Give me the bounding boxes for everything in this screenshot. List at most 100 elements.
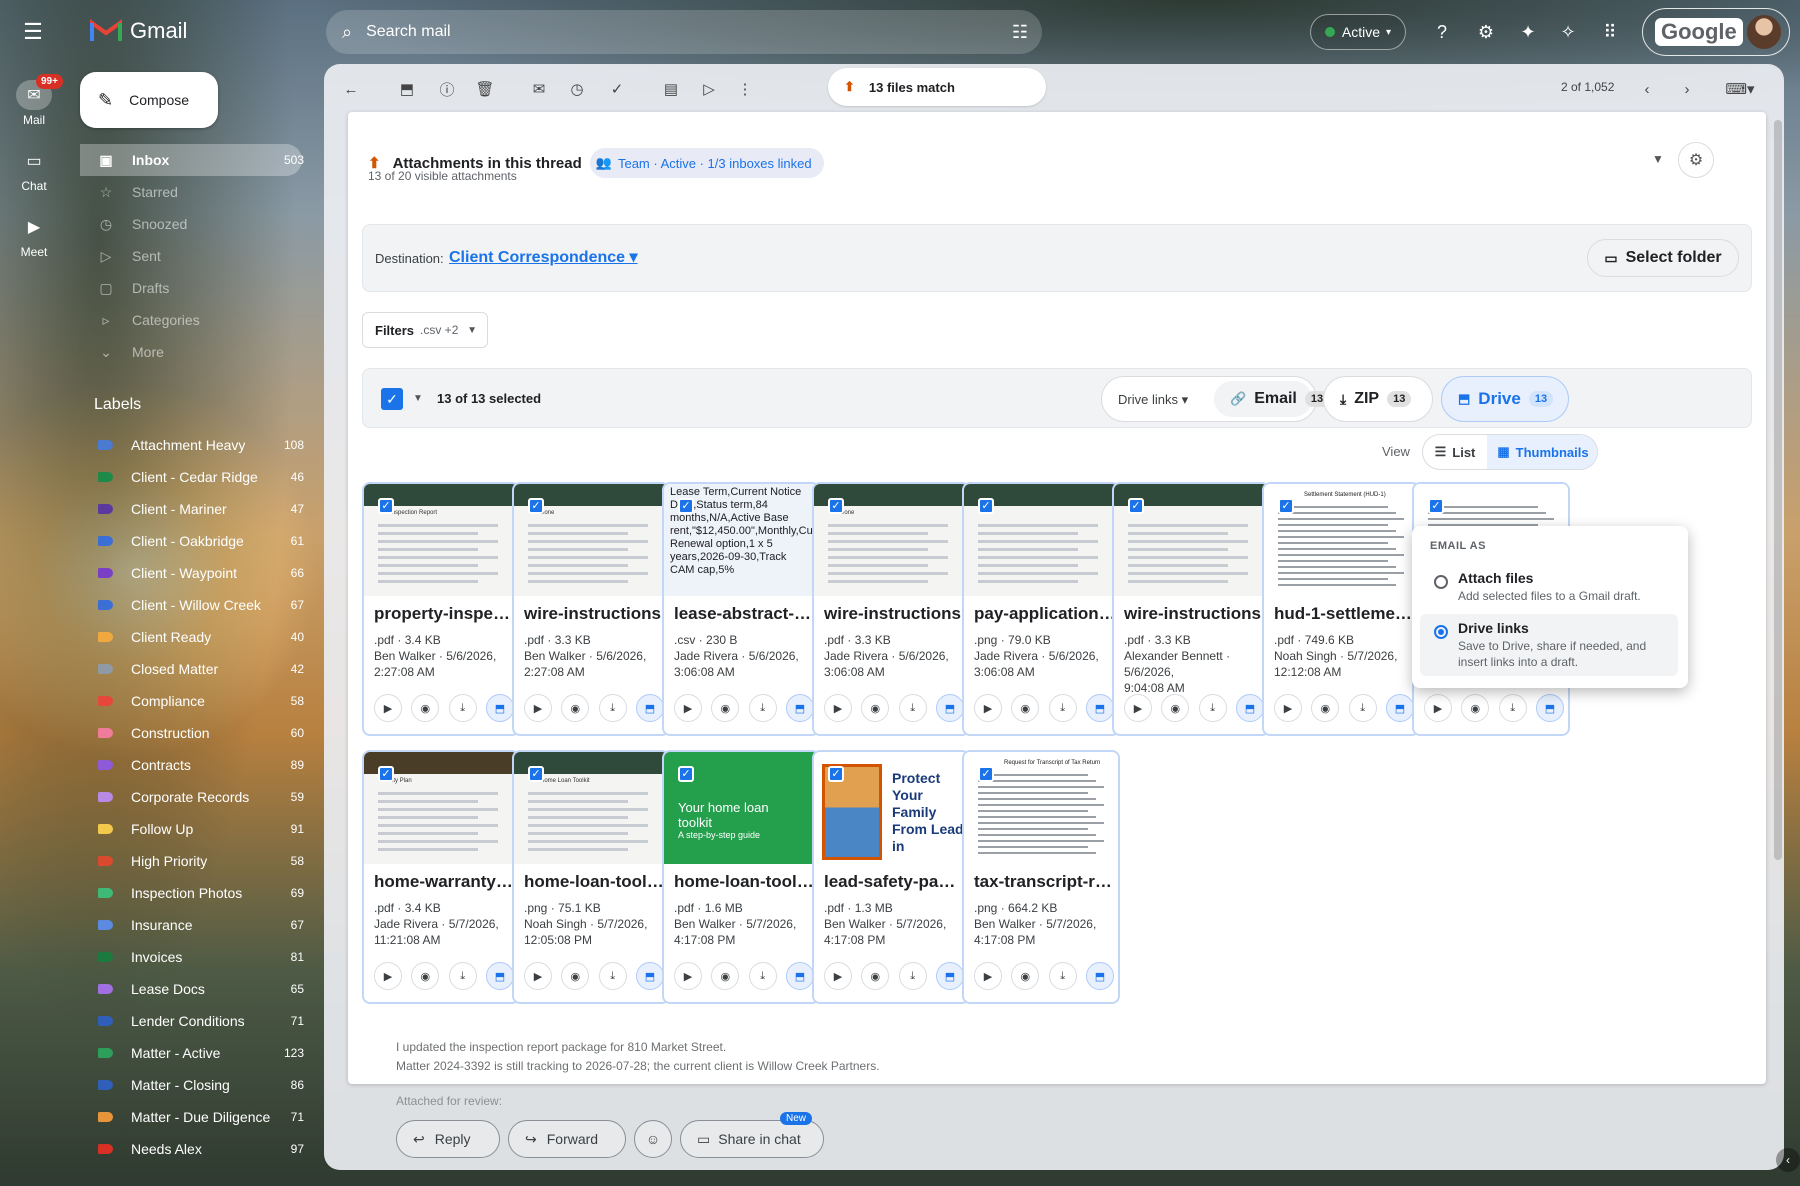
- save-to-drive-icon[interactable]: ⬒: [1085, 694, 1114, 722]
- download-icon[interactable]: ⤓: [598, 962, 627, 990]
- account-chip[interactable]: Google: [1642, 8, 1790, 56]
- nav-sent[interactable]: ▷ Sent: [80, 240, 302, 272]
- nav-categories[interactable]: ▹ Categories: [80, 304, 302, 336]
- share-in-chat-button[interactable]: ▭ Share in chat: [680, 1120, 824, 1158]
- attachment-thumbnail[interactable]: Your home loan toolkit A step-by-step gui…: [662, 750, 820, 1004]
- download-icon[interactable]: ⤓: [1198, 694, 1227, 722]
- thumbnail-checkbox[interactable]: ✓: [678, 498, 694, 514]
- label-item[interactable]: Matter - Due Diligence 71: [80, 1101, 304, 1133]
- more-vert-icon[interactable]: ⋮: [734, 78, 756, 100]
- save-to-drive-icon[interactable]: ⬒: [485, 962, 514, 990]
- select-folder-button[interactable]: ▭ Select folder: [1587, 239, 1739, 277]
- snooze-icon[interactable]: ◷: [566, 78, 588, 100]
- report-spam-icon[interactable]: ⓘ: [436, 78, 458, 100]
- thumbnail-checkbox[interactable]: ✓: [1128, 498, 1144, 514]
- main-menu-icon[interactable]: ☰: [18, 19, 48, 44]
- collapse-caret-icon[interactable]: ▼: [1652, 152, 1664, 166]
- play-icon[interactable]: ▶: [674, 962, 702, 990]
- label-item[interactable]: Compliance 58: [80, 685, 304, 717]
- label-item[interactable]: Closed Matter 42: [80, 653, 304, 685]
- save-to-drive-icon[interactable]: ⬒: [935, 962, 964, 990]
- label-item[interactable]: Follow Up 91: [80, 813, 304, 845]
- rail-meet[interactable]: ▶ Meet: [6, 212, 62, 259]
- thumbnail-checkbox[interactable]: ✓: [528, 498, 544, 514]
- save-to-drive-icon[interactable]: ⬒: [935, 694, 964, 722]
- label-item[interactable]: High Priority 58: [80, 845, 304, 877]
- side-panel-toggle-icon[interactable]: ‹: [1776, 1148, 1800, 1172]
- download-icon[interactable]: ⤓: [598, 694, 627, 722]
- label-item[interactable]: Insurance 67: [80, 909, 304, 941]
- download-icon[interactable]: ⤓: [898, 962, 927, 990]
- play-icon[interactable]: ▶: [524, 962, 552, 990]
- forward-button[interactable]: ↪ Forward: [508, 1120, 626, 1158]
- attachment-thumbnail[interactable]: Home Loan Toolkit✓ home-loan-toolkit-chec…: [512, 750, 670, 1004]
- play-icon[interactable]: ▶: [974, 694, 1002, 722]
- attachment-thumbnail[interactable]: Done ✓ wire-instructions .pdf · 3.3 KB Ben W…: [512, 482, 670, 736]
- thumbnail-checkbox[interactable]: ✓: [378, 766, 394, 782]
- select-options-caret-icon[interactable]: ▼: [409, 387, 427, 411]
- team-chip[interactable]: 👥 Team · Active · 1/3 inboxes linked: [589, 148, 824, 178]
- label-item[interactable]: Attachment Heavy 108: [80, 429, 304, 461]
- download-icon[interactable]: ⤓: [1048, 962, 1077, 990]
- label-item[interactable]: Needs Alex 97: [80, 1133, 304, 1165]
- thumbnail-checkbox[interactable]: ✓: [528, 766, 544, 782]
- label-item[interactable]: Lender Conditions 71: [80, 1005, 304, 1037]
- drive-button[interactable]: ⬒ Drive 13: [1441, 376, 1569, 422]
- select-all-checkbox[interactable]: ✓: [381, 388, 403, 410]
- attachment-thumbnail[interactable]: Done ✓ wire-instructions .pdf · 3.3 KB Jade …: [812, 482, 970, 736]
- status-chip[interactable]: Active ▾: [1310, 14, 1406, 50]
- preview-eye-icon[interactable]: ◉: [711, 694, 740, 722]
- preview-eye-icon[interactable]: ◉: [411, 962, 440, 990]
- nav-drafts[interactable]: ▢ Drafts: [80, 272, 302, 304]
- preview-eye-icon[interactable]: ◉: [711, 962, 740, 990]
- label-item[interactable]: Client - Waypoint 66: [80, 557, 304, 589]
- zip-button[interactable]: ⤓ ZIP 13: [1323, 376, 1433, 422]
- mark-unread-icon[interactable]: ✉: [528, 78, 550, 100]
- option-attach-files[interactable]: Attach files Add selected files to a Gma…: [1420, 564, 1678, 610]
- label-item[interactable]: Client Ready 40: [80, 621, 304, 653]
- save-to-drive-icon[interactable]: ⬒: [1085, 962, 1114, 990]
- delete-icon[interactable]: 🗑: [474, 78, 496, 100]
- label-item[interactable]: Contracts 89: [80, 749, 304, 781]
- thumbnail-checkbox[interactable]: ✓: [978, 766, 994, 782]
- download-icon[interactable]: ⤓: [448, 962, 477, 990]
- thumbnail-checkbox[interactable]: ✓: [378, 498, 394, 514]
- thumbnail-checkbox[interactable]: ✓: [978, 498, 994, 514]
- download-icon[interactable]: ⤓: [1498, 694, 1527, 722]
- search-icon[interactable]: ⌕: [342, 22, 352, 43]
- preview-eye-icon[interactable]: ◉: [411, 694, 440, 722]
- option-drive-links[interactable]: Drive links Save to Drive, share if need…: [1420, 614, 1678, 676]
- play-icon[interactable]: ▶: [974, 962, 1002, 990]
- label-item[interactable]: Corporate Records 59: [80, 781, 304, 813]
- save-to-drive-icon[interactable]: ⬒: [1385, 694, 1414, 722]
- play-icon[interactable]: ▶: [374, 962, 402, 990]
- label-item[interactable]: Inspection Photos 69: [80, 877, 304, 909]
- back-arrow-icon[interactable]: ←: [340, 78, 362, 100]
- save-to-drive-icon[interactable]: ⬒: [785, 962, 814, 990]
- gemini-sparkle-icon[interactable]: ✧: [1556, 20, 1580, 44]
- radio-drive-links[interactable]: [1434, 625, 1448, 639]
- download-icon[interactable]: ⤓: [448, 694, 477, 722]
- view-list-button[interactable]: ☰ List: [1423, 435, 1487, 469]
- email-button[interactable]: 🔗 Email 13: [1214, 381, 1330, 417]
- thumbnail-checkbox[interactable]: ✓: [828, 498, 844, 514]
- search-bar[interactable]: ⌕ Search mail ☷: [326, 10, 1042, 54]
- thumbnail-checkbox[interactable]: ✓: [678, 766, 694, 782]
- filters-dropdown[interactable]: Filters .csv +2 ▼: [362, 312, 488, 348]
- play-icon[interactable]: ▶: [824, 962, 852, 990]
- preview-eye-icon[interactable]: ◉: [1161, 694, 1190, 722]
- attachment-thumbnail[interactable]: ✓pay-application-scan.png · 79.0 KBJade …: [962, 482, 1120, 736]
- extension-icon[interactable]: ✦: [1516, 20, 1540, 44]
- radio-attach-files[interactable]: [1434, 575, 1448, 589]
- download-icon[interactable]: ⤓: [1348, 694, 1377, 722]
- email-mode-dropdown[interactable]: Drive links ▾: [1118, 392, 1188, 408]
- save-to-drive-icon[interactable]: ⬒: [785, 694, 814, 722]
- help-icon[interactable]: ?: [1430, 20, 1454, 44]
- gmail-logo[interactable]: Gmail: [90, 18, 187, 44]
- attachment-thumbnail[interactable]: nty Plan✓home-warranty-plan.pdf · 3.4 KB…: [362, 750, 520, 1004]
- attachment-thumbnail[interactable]: Settlement Statement (HUD-1) ✓ hud-1-settl…: [1262, 482, 1420, 736]
- nav-snoozed[interactable]: ◷ Snoozed: [80, 208, 302, 240]
- emoji-button[interactable]: ☺: [634, 1120, 672, 1158]
- attachment-thumbnail[interactable]: Request for Transcript of Tax Return ✓ tax…: [962, 750, 1120, 1004]
- save-to-drive-icon[interactable]: ⬒: [1235, 694, 1264, 722]
